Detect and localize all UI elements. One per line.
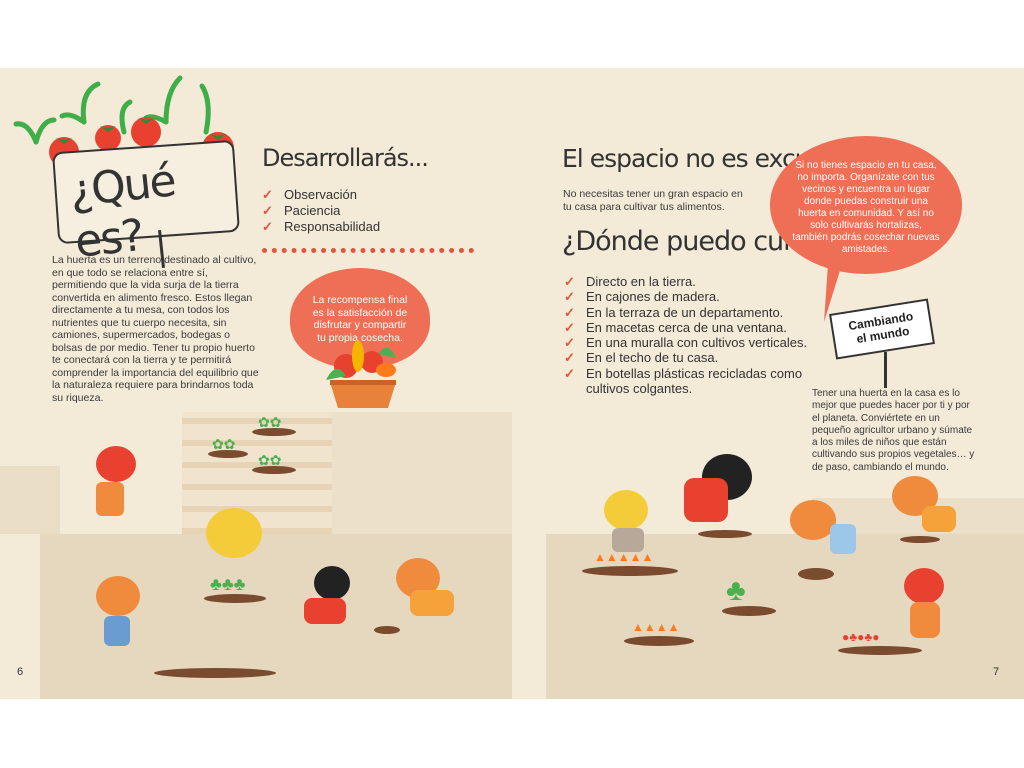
right-page: El espacio no es excusa No necesitas ten… (512, 68, 1024, 699)
check-icon: ✓ (262, 219, 273, 234)
plant-icon: ♣♣♣ (210, 574, 246, 594)
check-icon: ✓ (564, 289, 575, 305)
check-icon: ✓ (564, 350, 575, 366)
child-body (96, 482, 124, 516)
plant-icon: ▲▲▲▲ (632, 620, 680, 634)
child-body (684, 478, 728, 522)
child-figure (314, 566, 350, 600)
closing-paragraph: Tener una huerta en la casa es lo mejor … (812, 388, 975, 473)
child-figure (604, 490, 648, 530)
plant-icon: ●♣●♣● (842, 630, 880, 644)
list-item: ✓ En macetas cerca de una ventana. (564, 319, 787, 335)
page-number: 6 (17, 666, 24, 678)
vegetable-basket-icon (326, 340, 396, 408)
page-number: 7 (993, 666, 1000, 678)
list-item: ✓ Responsabilidad (262, 219, 381, 234)
child-body (910, 602, 940, 638)
child-body (830, 524, 856, 554)
space-paragraph: No necesitas tener un gran espacio en tu… (563, 188, 743, 213)
check-icon: ✓ (262, 203, 273, 218)
soil-plot (900, 536, 940, 543)
list-item: ✓ En botellas plásticas recicladas como c… (564, 365, 803, 397)
child-body (304, 598, 346, 624)
plant-icon: ▲▲▲▲▲ (594, 550, 654, 564)
page-title: ¿Qué es? (67, 155, 177, 268)
intro-paragraph: La huerta es un terreno destinado al cul… (52, 254, 259, 404)
develop-list: ✓ Observación ✓ Paciencia ✓ Responsabilidad (262, 187, 380, 235)
list-item: ✓ Paciencia (262, 203, 341, 218)
wall-block (332, 412, 512, 534)
child-body (922, 506, 956, 532)
child-body (410, 590, 454, 616)
ground-area (0, 466, 60, 534)
plant-icon: ✿✿ (258, 452, 282, 468)
soil-plot (798, 568, 834, 580)
list-item: ✓ En una muralla con cultivos verticales. (564, 335, 808, 351)
title-sign: ¿Qué es? (52, 139, 240, 268)
check-icon: ✓ (564, 335, 575, 351)
list-item: ✓ Directo en la tierra. (564, 274, 696, 289)
sign-post (884, 352, 887, 388)
list-item: ✓ En el techo de tu casa. (564, 350, 719, 366)
child-figure (904, 568, 944, 604)
check-icon: ✓ (564, 365, 575, 381)
speech-bubble: Si no tienes espacio en tu casa, no impo… (770, 136, 962, 274)
list-item: ✓ En la terraza de un departamento. (564, 304, 784, 320)
soil-plot (204, 594, 266, 603)
child-body (104, 616, 130, 646)
left-page: ¿Qué es? La huerta es un terreno destina… (0, 68, 512, 699)
check-icon: ✓ (564, 304, 575, 320)
child-body (612, 528, 644, 552)
soil-plot (374, 626, 400, 634)
soil-plot (838, 646, 922, 655)
plant-icon: ✿✿ (258, 414, 282, 430)
child-figure (206, 508, 262, 558)
child-figure (96, 576, 140, 616)
check-icon: ✓ (564, 319, 575, 335)
dotted-divider (262, 248, 474, 253)
develop-heading: Desarrollarás... (262, 144, 429, 172)
where-list: ✓ Directo en la tierra. ✓ En cajones de ma… (564, 274, 814, 396)
soil-plot (582, 566, 678, 576)
plant-icon: ♣ (726, 574, 746, 607)
soil-plot (154, 668, 276, 678)
child-figure (96, 446, 136, 482)
check-icon: ✓ (564, 274, 575, 289)
list-item: ✓ En cajones de madera. (564, 289, 720, 305)
soil-plot (698, 530, 752, 538)
book-spread: ¿Qué es? La huerta es un terreno destina… (0, 68, 1024, 699)
soil-plot (624, 636, 694, 646)
plant-icon: ✿✿ (212, 436, 236, 452)
list-item: ✓ Observación (262, 187, 357, 202)
check-icon: ✓ (262, 187, 273, 202)
